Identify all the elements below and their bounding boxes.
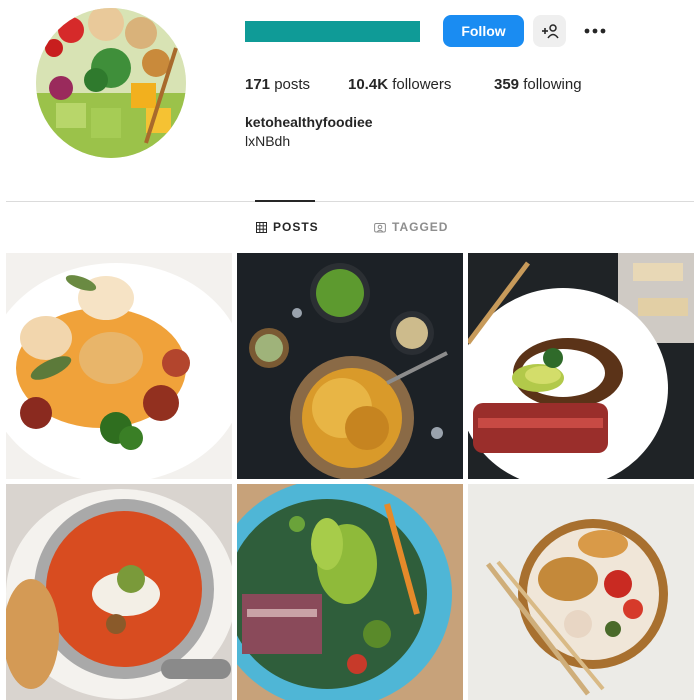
- following-count[interactable]: 359 following: [494, 76, 582, 93]
- tab-tagged-label: TAGGED: [392, 220, 449, 234]
- profile-header: Follow 171 posts 10.4K followers 359 fol…: [0, 0, 700, 190]
- post-tile-tuna[interactable]: [468, 253, 694, 479]
- profile-full-name: ketohealthyfoodiee: [245, 114, 373, 130]
- ellipsis-icon: [584, 28, 606, 34]
- tabs-divider: [6, 201, 694, 202]
- grid-icon: [256, 221, 267, 233]
- post-tile-chicken-bowl[interactable]: [468, 484, 694, 700]
- posts-count: 171 posts: [245, 76, 311, 93]
- follow-button[interactable]: Follow: [443, 15, 524, 47]
- profile-bio: lxNBdh: [245, 133, 291, 149]
- add-person-icon: [541, 24, 559, 39]
- more-options-button[interactable]: [580, 15, 610, 47]
- tab-posts[interactable]: POSTS: [256, 220, 319, 234]
- post-tile-poke-bowl[interactable]: [237, 484, 463, 700]
- active-tab-indicator: [255, 200, 315, 202]
- username-redacted-bar: [245, 21, 420, 42]
- tab-posts-label: POSTS: [273, 220, 319, 234]
- profile-avatar[interactable]: [36, 8, 186, 158]
- tag-icon: [374, 222, 386, 232]
- posts-grid: [6, 253, 694, 700]
- tab-tagged[interactable]: TAGGED: [374, 220, 448, 234]
- followers-count[interactable]: 10.4K followers: [348, 76, 451, 93]
- post-tile-soup[interactable]: [6, 484, 232, 700]
- post-tile-scallops[interactable]: [6, 253, 232, 479]
- suggested-accounts-button[interactable]: [533, 15, 566, 47]
- post-tile-noodles[interactable]: [237, 253, 463, 479]
